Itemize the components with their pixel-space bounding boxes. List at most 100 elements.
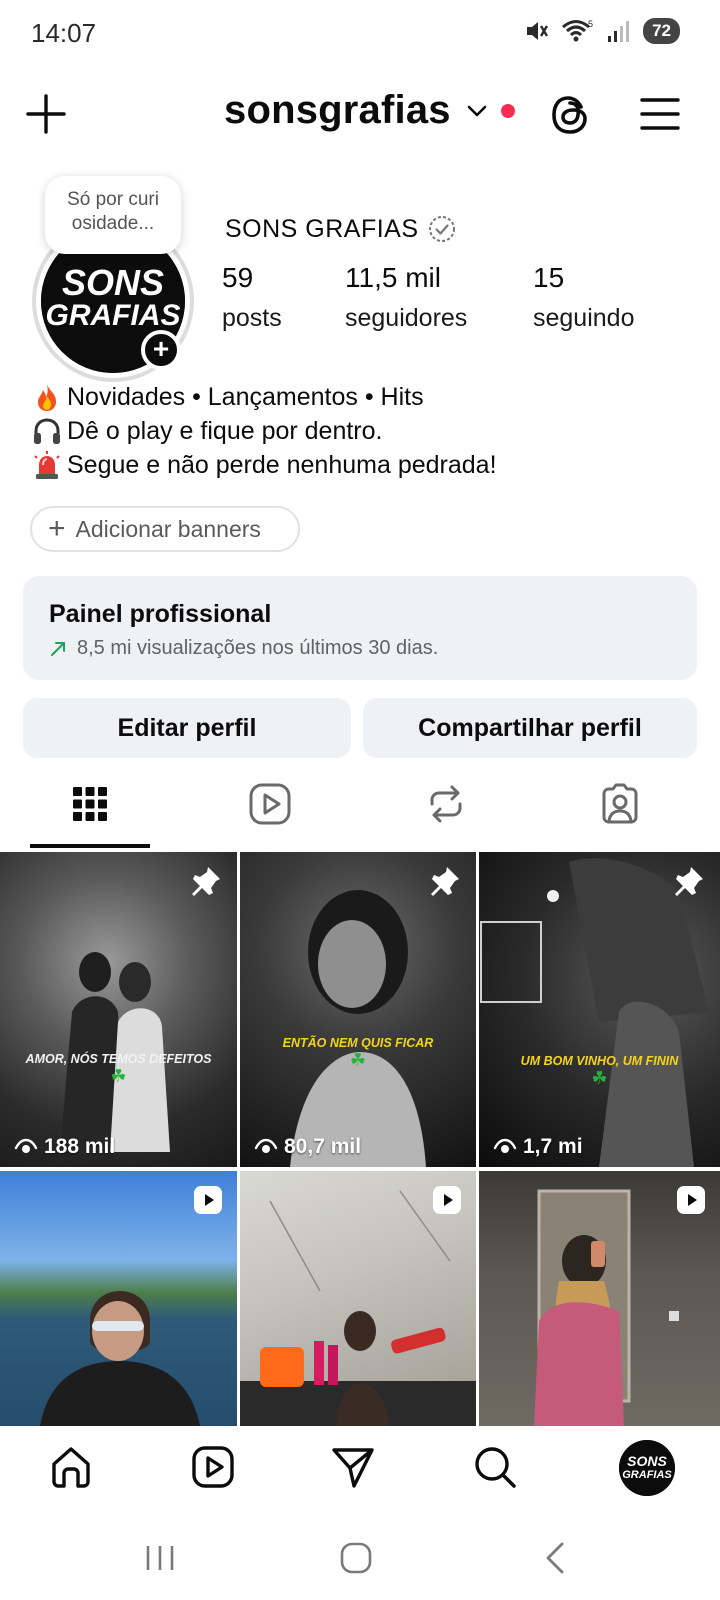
post-views: 80,7 mil	[254, 1135, 361, 1159]
post-caption: AMOR, NÓS TEMOS DEFEITOS	[25, 1052, 212, 1066]
avatar-logo-line1: SONS	[62, 262, 164, 303]
wifi-icon: 5	[562, 19, 593, 42]
reel-icon	[433, 1186, 461, 1214]
post-1-image	[60, 952, 170, 1152]
post-views-count: 1,7 mi	[523, 1135, 583, 1158]
post-views: 188 mil	[14, 1135, 115, 1159]
avatar-logo-line2: GRAFIAS	[46, 299, 181, 332]
home-button-icon[interactable]	[336, 1538, 376, 1578]
edit-profile-button[interactable]: Editar perfil	[23, 698, 351, 758]
siren-icon	[34, 451, 60, 479]
trend-up-arrow-icon	[51, 641, 65, 656]
wifi-badge: 5	[588, 19, 593, 29]
threads-icon[interactable]	[548, 92, 594, 138]
bio-line-1: Novidades • Lançamentos • Hits	[31, 380, 497, 414]
bio-text-2: Dê o play e fique por dentro.	[67, 417, 383, 445]
stat-following-label: seguindo	[533, 304, 635, 332]
post-caption: UM BOM VINHO, UM FININ	[520, 1054, 679, 1068]
status-icons: 5 72	[523, 18, 680, 44]
note-line-2: osidade...	[71, 213, 155, 234]
back-icon[interactable]	[536, 1538, 576, 1578]
stat-followers-label: seguidores	[345, 304, 468, 332]
battery-indicator: 72	[643, 18, 680, 44]
hamburger-menu-icon[interactable]	[638, 94, 682, 134]
pin-icon	[431, 867, 459, 896]
stat-following-value: 15	[533, 262, 565, 293]
post-thumbnail[interactable]: ENTÃO NEM QUIS FICAR ☘ 80,7 mil	[240, 852, 476, 1167]
stat-posts[interactable]: 59 posts	[222, 262, 282, 333]
post-thumbnail[interactable]: UM BOM VINHO, UM FININ ☘ 1,7 mi	[479, 852, 720, 1167]
add-banners-button[interactable]: + Adicionar banners	[30, 506, 300, 552]
status-time: 14:07	[31, 18, 97, 48]
profile-tabs	[0, 770, 720, 850]
post-thumbnail[interactable]	[0, 1171, 237, 1426]
grid-icon[interactable]	[68, 782, 112, 826]
professional-dashboard-stats: 8,5 mi visualizações nos últimos 30 dias…	[77, 637, 439, 659]
recent-apps-icon[interactable]	[140, 1538, 180, 1578]
post-views-count: 188 mil	[44, 1135, 116, 1158]
stat-following[interactable]: 15 seguindo	[533, 262, 634, 333]
post-thumbnail[interactable]	[240, 1171, 476, 1426]
profile-avatar-line2: GRAFIAS	[622, 1469, 672, 1481]
display-name-text: SONS GRAFIAS	[225, 214, 419, 243]
bio-text-1: Novidades • Lançamentos • Hits	[67, 383, 424, 411]
plus-icon[interactable]	[24, 92, 68, 136]
profile-avatar-logo: SONS GRAFIAS	[619, 1440, 675, 1496]
professional-dashboard-title: Painel profissional	[49, 600, 272, 628]
stat-followers[interactable]: 11,5 mil seguidores	[345, 262, 467, 333]
bio-line-2: Dê o play e fique por dentro.	[31, 414, 497, 448]
profile-header: sonsgrafias	[0, 76, 720, 156]
direct-icon[interactable]	[330, 1444, 376, 1490]
username-title: sonsgrafias	[224, 88, 451, 132]
post-2-image	[290, 890, 426, 1167]
system-navigation	[0, 1516, 720, 1600]
clover-icon: ☘	[591, 1068, 608, 1088]
bio: Novidades • Lançamentos • Hits Dê o play…	[31, 380, 497, 482]
post-views: 1,7 mi	[493, 1135, 583, 1159]
post-3-image	[480, 858, 709, 1167]
signal-icon	[608, 21, 630, 42]
fire-icon	[38, 384, 57, 411]
pin-icon	[675, 867, 703, 896]
plus-icon: +	[48, 512, 66, 545]
tagged-icon[interactable]	[598, 782, 642, 826]
clover-icon: ☘	[349, 1050, 367, 1070]
share-profile-button[interactable]: Compartilhar perfil	[363, 698, 697, 758]
reel-icon	[677, 1186, 705, 1214]
eye-icon	[14, 1138, 38, 1153]
mute-icon	[527, 22, 549, 40]
account-switcher[interactable]: sonsgrafias	[224, 88, 515, 133]
add-story-button[interactable]: +	[141, 330, 181, 370]
eye-icon	[254, 1138, 278, 1153]
reposts-icon[interactable]	[424, 782, 468, 826]
stat-posts-label: posts	[222, 304, 282, 332]
note-bubble[interactable]: Só por curi osidade...	[45, 176, 181, 254]
note-line-1: Só por curi	[67, 189, 159, 210]
post-caption: ENTÃO NEM QUIS FICAR	[282, 1036, 434, 1050]
bio-text-3: Segue e não perde nenhuma pedrada!	[67, 451, 497, 479]
professional-dashboard[interactable]: Painel profissional 8,5 mi visualizações…	[23, 576, 697, 680]
reels-icon[interactable]	[190, 1444, 236, 1490]
eye-icon	[493, 1138, 517, 1153]
add-banners-label: Adicionar banners	[75, 515, 261, 542]
active-tab-indicator	[30, 844, 150, 848]
search-icon[interactable]	[472, 1444, 518, 1490]
notification-dot	[500, 103, 515, 118]
status-bar: 14:07 5 72	[0, 0, 720, 66]
verification-badge-icon[interactable]	[427, 214, 457, 244]
reel-icon	[194, 1186, 222, 1214]
stat-posts-value: 59	[222, 262, 254, 293]
post-thumbnail[interactable]	[479, 1171, 720, 1426]
display-name: SONS GRAFIAS	[225, 214, 457, 244]
bottom-navigation: SONS GRAFIAS	[0, 1426, 720, 1516]
home-icon[interactable]	[48, 1444, 94, 1490]
stat-followers-value: 11,5 mil	[345, 262, 441, 293]
pin-icon	[192, 867, 220, 896]
post-views-count: 80,7 mil	[284, 1135, 362, 1158]
professional-dashboard-subtitle: 8,5 mi visualizações nos últimos 30 dias…	[49, 637, 671, 660]
profile-avatar[interactable]: SONS GRAFIAS	[619, 1440, 675, 1496]
headphones-icon	[34, 418, 60, 444]
reels-tab-icon[interactable]	[248, 782, 292, 826]
post-thumbnail[interactable]: AMOR, NÓS TEMOS DEFEITOS ☘ 188 mil	[0, 852, 237, 1167]
bio-line-3: Segue e não perde nenhuma pedrada!	[31, 448, 497, 482]
